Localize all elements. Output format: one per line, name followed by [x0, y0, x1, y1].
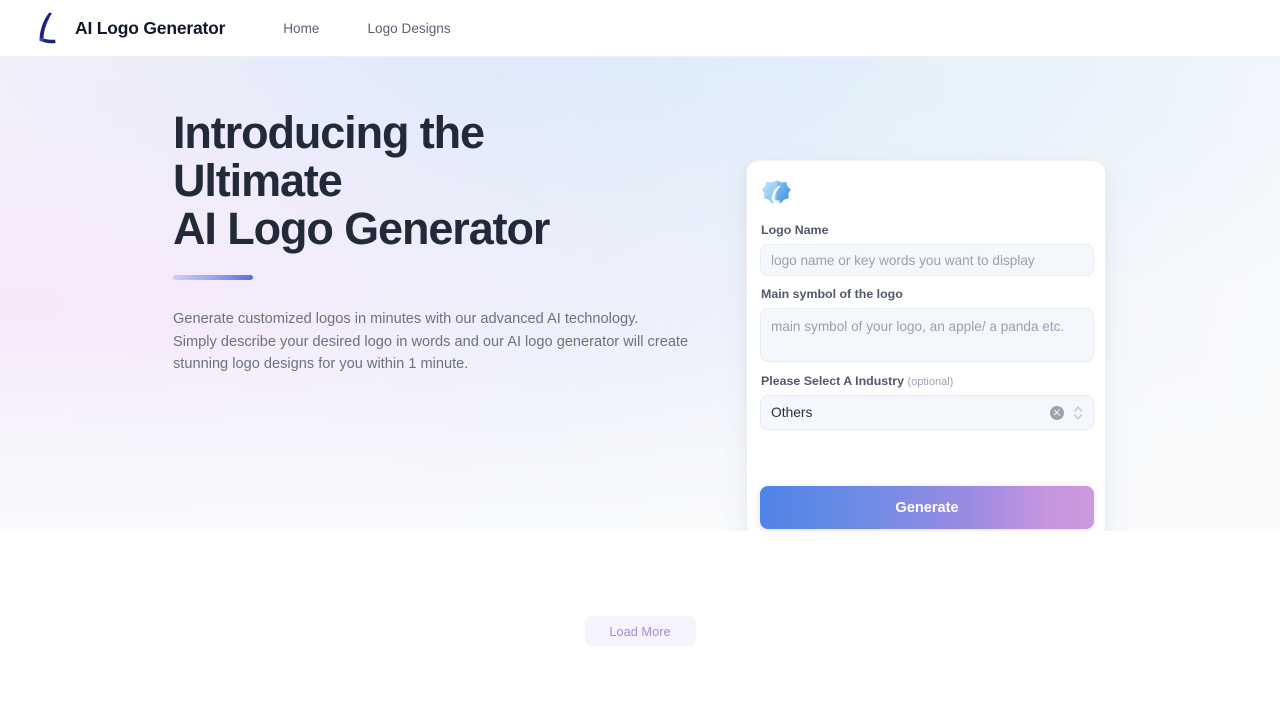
- hero-description-line-3: stunning logo designs for you within 1 m…: [173, 356, 469, 373]
- logo-gallery-section: Load More: [0, 531, 1280, 720]
- generate-button[interactable]: Generate: [760, 486, 1094, 529]
- nav-link-logo-designs[interactable]: Logo Designs: [368, 21, 451, 36]
- page-title: Introducing the Ultimate AI Logo Generat…: [173, 109, 733, 253]
- load-more-row: Load More: [0, 616, 1280, 646]
- industry-optional-tag: (optional): [907, 376, 954, 388]
- industry-select[interactable]: Others: [760, 395, 1094, 430]
- hero-description-line-2: Simply describe your desired logo in wor…: [173, 333, 689, 350]
- brand-name: AI Logo Generator: [75, 17, 226, 38]
- blue-gem-icon: [761, 180, 791, 204]
- logo-name-label: Logo Name: [761, 223, 829, 237]
- hero-description-line-1: Generate customized logos in minutes wit…: [173, 311, 639, 327]
- hero-copy: Introducing the Ultimate AI Logo Generat…: [173, 109, 733, 376]
- logo-name-input[interactable]: [760, 244, 1094, 276]
- main-symbol-textarea[interactable]: [760, 308, 1094, 362]
- chevron-up-down-icon[interactable]: [1073, 404, 1083, 422]
- hero-section: Introducing the Ultimate AI Logo Generat…: [0, 57, 1280, 531]
- industry-label: Please Select A Industry (optional): [761, 374, 1092, 388]
- hero-title-line-2: Ultimate: [173, 155, 343, 206]
- main-symbol-label: Main symbol of the logo: [761, 287, 903, 301]
- site-header: AI Logo Generator Home Logo Designs: [0, 0, 1280, 57]
- hero-description: Generate customized logos in minutes wit…: [173, 308, 689, 376]
- nav-link-home[interactable]: Home: [283, 21, 319, 36]
- hero-title-line-3: AI Logo Generator: [173, 203, 550, 254]
- main-nav: Home Logo Designs: [283, 21, 450, 36]
- brand-logo-link[interactable]: AI Logo Generator: [31, 10, 225, 46]
- hero-title-line-1: Introducing the: [173, 107, 485, 158]
- industry-label-text: Please Select A Industry: [761, 374, 905, 388]
- logo-generator-form-card: Logo Name Main symbol of the logo Please…: [746, 160, 1106, 531]
- industry-selected-value: Others: [771, 405, 813, 420]
- clear-circle-icon[interactable]: [1050, 405, 1064, 420]
- stylized-l-logo-icon: [39, 12, 56, 44]
- title-accent-bar: [173, 275, 253, 280]
- load-more-button[interactable]: Load More: [584, 616, 696, 646]
